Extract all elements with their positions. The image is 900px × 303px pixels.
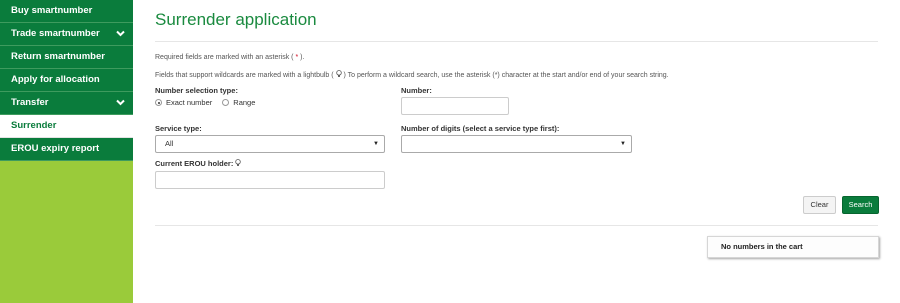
sidebar-item-apply-for-allocation[interactable]: Apply for allocation [0,69,133,92]
sidebar-item-surrender[interactable]: Surrender [0,115,133,138]
caret-down-icon: ▼ [620,141,626,147]
radio-unchecked-icon[interactable] [222,99,230,106]
lightbulb-icon [335,70,342,80]
sidebar-item-return-smartnumber[interactable]: Return smartnumber [0,46,133,69]
erou-holder-label: Current EROU holder: [155,159,242,169]
divider [155,41,878,42]
divider [155,225,878,226]
sidebar-item-erou-expiry-report[interactable]: EROU expiry report [0,138,133,161]
wildcard-help: Fields that support wildcards are marked… [155,70,669,80]
exact-number-label: Exact number [166,98,213,107]
number-selection-label: Number selection type: [155,86,238,95]
number-selection-radio-group: Exact number Range [155,98,265,107]
sidebar-item-label: Return smartnumber [11,51,105,62]
help-text: Required fields are marked with an aster… [155,54,294,61]
radio-checked-icon[interactable] [155,99,162,106]
service-type-value: All [165,139,174,148]
exact-number-radio[interactable]: Exact number [155,98,212,107]
sidebar-item-label: EROU expiry report [11,143,100,154]
clear-button[interactable]: Clear [803,196,836,214]
service-type-select[interactable]: All ▼ [155,135,385,153]
sidebar-item-label: Trade smartnumber [11,28,100,39]
service-type-label: Service type: [155,124,202,133]
chevron-down-icon[interactable] [115,23,127,45]
main-content: Surrender application Required fields ar… [155,0,879,303]
sidebar: Buy smartnumber Trade smartnumber Return… [0,0,133,303]
help-text: ) To perform a wildcard search, use the … [343,71,669,79]
lightbulb-icon [235,159,242,169]
digits-label: Number of digits (select a service type … [401,124,560,133]
sidebar-item-label: Transfer [11,97,49,108]
number-label: Number: [401,86,432,95]
sidebar-item-trade-smartnumber[interactable]: Trade smartnumber [0,23,133,46]
chevron-down-icon[interactable] [115,92,127,114]
help-text: ). [300,54,305,61]
required-fields-help: Required fields are marked with an aster… [155,54,304,61]
digits-select[interactable]: ▼ [401,135,632,153]
erou-holder-label-text: Current EROU holder: [155,159,234,168]
range-radio[interactable]: Range [222,98,255,107]
help-text: Fields that support wildcards are marked… [155,71,334,79]
sidebar-item-label: Buy smartnumber [11,5,93,16]
erou-holder-input[interactable] [155,171,385,189]
cart-status: No numbers in the cart [707,236,879,258]
caret-down-icon: ▼ [373,141,379,147]
sidebar-item-transfer[interactable]: Transfer [0,92,133,115]
sidebar-item-label: Surrender [11,120,57,131]
page-title: Surrender application [155,10,317,29]
sidebar-item-buy-smartnumber[interactable]: Buy smartnumber [0,0,133,23]
range-label: Range [233,98,256,107]
number-input[interactable] [401,97,509,115]
sidebar-item-label: Apply for allocation [11,74,100,85]
search-button[interactable]: Search [842,196,879,214]
